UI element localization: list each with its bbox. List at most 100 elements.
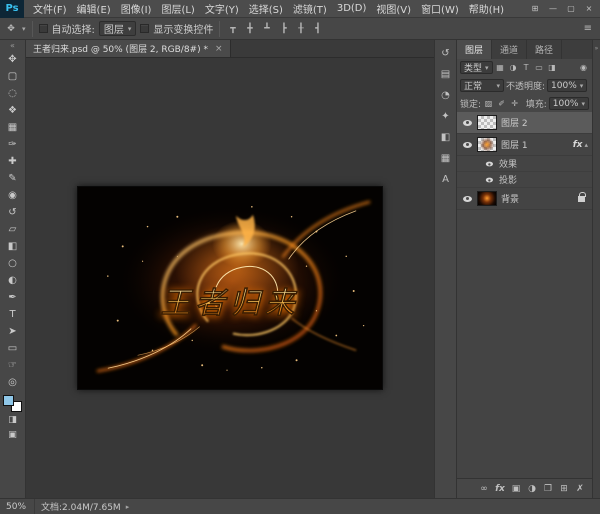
fill-select[interactable]: 100% ▾ [549, 97, 589, 110]
filter-smart-objects-icon[interactable]: ◨ [547, 63, 558, 72]
visibility-eye-icon[interactable] [461, 193, 473, 205]
filter-type-layers-icon[interactable]: T [521, 63, 532, 72]
history-brush-tool-icon[interactable]: ↺ [2, 204, 24, 221]
path-selection-tool-icon[interactable]: ➤ [2, 323, 24, 340]
layer-row-background[interactable]: 背景 [457, 188, 592, 210]
layer-row-layer1[interactable]: 图层 1 fx ▴ [457, 134, 592, 156]
align-right-edges-icon[interactable]: ┫ [311, 24, 324, 34]
swatches-panel-icon[interactable]: ▦ [438, 151, 454, 165]
shape-tool-icon[interactable]: ▭ [2, 340, 24, 357]
canvas-artwork[interactable]: 王者归来 王者归来 [77, 186, 383, 390]
quick-selection-tool-icon[interactable]: ❖ [2, 102, 24, 119]
blur-tool-icon[interactable]: ○ [2, 255, 24, 272]
healing-brush-tool-icon[interactable]: ✚ [2, 153, 24, 170]
align-bottom-edges-icon[interactable]: ┻ [260, 24, 273, 34]
filter-adjustment-layers-icon[interactable]: ◑ [508, 63, 519, 72]
menu-edit[interactable]: 编辑(E) [72, 0, 116, 18]
menu-image[interactable]: 图像(I) [116, 0, 157, 18]
tab-paths[interactable]: 路径 [527, 40, 562, 59]
align-left-edges-icon[interactable]: ┣ [277, 24, 290, 34]
add-layer-mask-icon[interactable]: ▣ [511, 484, 521, 494]
filter-toggle-icon[interactable]: ◉ [578, 63, 589, 72]
menu-select[interactable]: 选择(S) [244, 0, 288, 18]
link-layers-icon[interactable]: ∞ [479, 484, 489, 494]
gradient-tool-icon[interactable]: ◧ [2, 238, 24, 255]
crop-tool-icon[interactable]: ▦ [2, 119, 24, 136]
show-transform-checkbox[interactable] [140, 24, 149, 33]
menu-view[interactable]: 视图(V) [371, 0, 416, 18]
effects-row[interactable]: 效果 [457, 156, 592, 172]
zoom-level-field[interactable]: 50% [0, 499, 35, 514]
menu-help[interactable]: 帮助(H) [464, 0, 509, 18]
restore-button[interactable]: ▢ [563, 2, 579, 16]
new-group-icon[interactable]: ❐ [543, 484, 553, 494]
new-adjustment-layer-icon[interactable]: ◑ [527, 484, 537, 494]
close-button[interactable]: × [581, 2, 597, 16]
history-panel-icon[interactable]: ↺ [438, 46, 454, 60]
status-expander-icon[interactable]: ▸ [126, 503, 130, 511]
dodge-tool-icon[interactable]: ◐ [2, 272, 24, 289]
menu-window[interactable]: 窗口(W) [416, 0, 464, 18]
menu-layer[interactable]: 图层(L) [156, 0, 199, 18]
opacity-select[interactable]: 100% ▾ [547, 79, 587, 92]
layer-effects-badge[interactable]: fx ▴ [573, 140, 588, 150]
type-tool-icon[interactable]: T [2, 306, 24, 323]
brush-tool-icon[interactable]: ✎ [2, 170, 24, 187]
marquee-tool-icon[interactable]: ▢ [2, 68, 24, 85]
lock-transparent-pixels-icon[interactable]: ▨ [483, 99, 494, 108]
tab-close-icon[interactable]: × [215, 44, 223, 54]
drop-shadow-row[interactable]: 投影 [457, 172, 592, 188]
canvas-pasteboard[interactable]: 王者归来 王者归来 [26, 58, 434, 498]
visibility-eye-icon[interactable] [461, 117, 473, 129]
screen-mode-icon[interactable]: ▣ [2, 427, 24, 442]
toolbar-collapse-icon[interactable]: « [10, 41, 15, 51]
styles-panel-icon[interactable]: ✦ [438, 109, 454, 123]
visibility-eye-icon[interactable] [484, 175, 494, 185]
character-panel-icon[interactable]: A [438, 172, 454, 186]
tab-channels[interactable]: 通道 [492, 40, 527, 59]
clone-stamp-tool-icon[interactable]: ◉ [2, 187, 24, 204]
auto-select-checkbox[interactable] [39, 24, 48, 33]
minimize-button[interactable]: — [545, 2, 561, 16]
document-tab[interactable]: 王者归来.psd @ 50% (图层 2, RGB/8#) * × [26, 40, 231, 57]
color-panel-icon[interactable]: ◧ [438, 130, 454, 144]
tab-layers[interactable]: 图层 [457, 40, 492, 59]
workspace-icon[interactable]: ⊞ [527, 2, 543, 16]
panel-menu-icon[interactable]: ≡ [584, 23, 592, 34]
eraser-tool-icon[interactable]: ▱ [2, 221, 24, 238]
background-thumbnail[interactable] [477, 191, 497, 206]
properties-panel-icon[interactable]: ▤ [438, 67, 454, 81]
lock-image-pixels-icon[interactable]: ✐ [496, 99, 507, 108]
move-tool-icon[interactable]: ✥ [2, 51, 24, 68]
new-layer-icon[interactable]: ⊞ [559, 484, 569, 494]
adjustments-panel-icon[interactable]: ◔ [438, 88, 454, 102]
eyedropper-tool-icon[interactable]: ✑ [2, 136, 24, 153]
filter-kind-select[interactable]: 类型 ▾ [460, 61, 493, 74]
menu-3d[interactable]: 3D(D) [332, 0, 372, 18]
layer-row-layer2[interactable]: 图层 2 [457, 112, 592, 134]
visibility-eye-icon[interactable] [484, 159, 494, 169]
menu-filter[interactable]: 滤镜(T) [288, 0, 332, 18]
menu-type[interactable]: 文字(Y) [200, 0, 244, 18]
quick-mask-icon[interactable]: ◨ [2, 412, 24, 427]
align-horizontal-centers-icon[interactable]: ╂ [294, 24, 307, 34]
tool-preset-arrow-icon[interactable]: ▾ [22, 25, 26, 33]
collapse-dock-icon[interactable]: » [595, 45, 599, 52]
layer1-thumbnail[interactable] [477, 137, 497, 152]
hand-tool-icon[interactable]: ☞ [2, 357, 24, 374]
menu-file[interactable]: 文件(F) [28, 0, 72, 18]
align-top-edges-icon[interactable]: ┳ [226, 24, 239, 34]
layer-style-icon[interactable]: fx [495, 484, 505, 494]
zoom-tool-icon[interactable]: ◎ [2, 374, 24, 391]
filter-shape-layers-icon[interactable]: ▭ [534, 63, 545, 72]
filter-pixel-layers-icon[interactable]: ▦ [495, 63, 506, 72]
delete-layer-icon[interactable]: ✗ [575, 484, 585, 494]
align-vertical-centers-icon[interactable]: ╋ [243, 24, 256, 34]
lasso-tool-icon[interactable]: ◌ [2, 85, 24, 102]
auto-select-target-select[interactable]: 图层 ▾ [99, 21, 137, 36]
visibility-eye-icon[interactable] [461, 139, 473, 151]
tool-preset-icon[interactable]: ✥ [4, 24, 18, 34]
lock-position-icon[interactable]: ✛ [509, 99, 520, 108]
foreground-color-swatch[interactable] [3, 395, 14, 406]
blend-mode-select[interactable]: 正常 ▾ [460, 79, 504, 92]
